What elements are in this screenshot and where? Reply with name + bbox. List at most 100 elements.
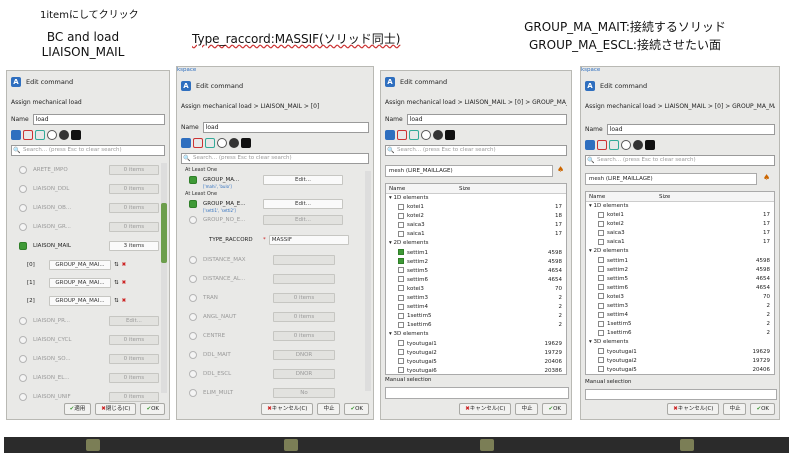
- param-value[interactable]: [273, 255, 335, 265]
- eye-icon[interactable]: [47, 130, 57, 140]
- param-value[interactable]: 0 items: [108, 184, 159, 194]
- tree-item[interactable]: saica1 17: [386, 230, 566, 239]
- tree-item[interactable]: 1settim6 2: [386, 321, 566, 330]
- tree-item[interactable]: saica3 17: [586, 229, 774, 238]
- mesh-pick-icon[interactable]: ♠: [763, 173, 770, 182]
- mesh-select[interactable]: mesh (LIRE_MAILLAGE): [585, 173, 757, 185]
- tree-item-checkbox[interactable]: [398, 340, 404, 346]
- tree-group[interactable]: ▾ 2D elements: [386, 239, 566, 248]
- param-value[interactable]: Edit...: [108, 316, 159, 326]
- tree-green-icon[interactable]: [205, 138, 215, 148]
- tree-item[interactable]: tyoutugai5 20406: [586, 366, 774, 374]
- group-ma-escl-edit[interactable]: Edit...: [263, 199, 343, 209]
- param-value[interactable]: DNOR: [273, 350, 335, 360]
- tree-item[interactable]: tyoutugai1 19629: [586, 348, 774, 357]
- group-no-e-checkbox[interactable]: [189, 216, 197, 224]
- mesh-pick-icon[interactable]: ♠: [557, 165, 564, 174]
- tree-item-checkbox[interactable]: [398, 367, 404, 374]
- param-checkbox[interactable]: [189, 275, 197, 283]
- param-checkbox[interactable]: [189, 389, 197, 397]
- tree-group[interactable]: ▾ 3D elements: [386, 330, 566, 339]
- param-checkbox[interactable]: [19, 223, 27, 231]
- param-checkbox[interactable]: [19, 242, 27, 250]
- param-value[interactable]: 3 items: [108, 241, 159, 251]
- tree-item-checkbox[interactable]: [398, 212, 404, 219]
- search-input[interactable]: Search... (press Esc to clear search): [385, 145, 567, 156]
- tree-item-checkbox[interactable]: [598, 329, 604, 336]
- param-value[interactable]: 0 items: [108, 335, 159, 345]
- taskbar-icon[interactable]: [480, 439, 494, 451]
- tree-item-checkbox[interactable]: [598, 302, 604, 309]
- tree-group[interactable]: ▾ 3D elements: [586, 338, 774, 347]
- param-checkbox[interactable]: [19, 166, 27, 174]
- tree-red-icon[interactable]: [597, 140, 607, 150]
- search-input[interactable]: Search... (press Esc to clear search): [585, 155, 775, 166]
- param-value[interactable]: 0 items: [273, 312, 335, 322]
- tree-green-icon[interactable]: [609, 140, 619, 150]
- eye-icon[interactable]: [621, 140, 631, 150]
- param-checkbox[interactable]: [19, 336, 27, 344]
- scrollbar[interactable]: [161, 163, 167, 393]
- tree-item[interactable]: kotei2 17: [586, 220, 774, 229]
- tree-item[interactable]: tyoutugai2 19729: [586, 357, 774, 366]
- sub-item-value[interactable]: GROUP_MA_MAI...: [49, 296, 111, 306]
- tree-item[interactable]: 1settim5 2: [386, 312, 566, 321]
- apply-button[interactable]: 適用: [63, 403, 92, 415]
- tree-item[interactable]: saica1 17: [586, 238, 774, 247]
- pointer-icon[interactable]: [59, 130, 69, 140]
- type-raccord-select[interactable]: MASSIF: [268, 235, 349, 245]
- param-checkbox[interactable]: [19, 355, 27, 363]
- close-button[interactable]: 閉じる(C): [95, 403, 137, 415]
- name-input[interactable]: load: [606, 123, 775, 135]
- tree-item-checkbox[interactable]: [598, 293, 604, 300]
- tree-item-checkbox[interactable]: [598, 357, 604, 364]
- tree-red-icon[interactable]: [193, 138, 203, 148]
- tree-item[interactable]: settim5 4654: [386, 267, 566, 276]
- tree-green-icon[interactable]: [409, 130, 419, 140]
- ok-button[interactable]: OK: [542, 403, 567, 415]
- help-icon[interactable]: [645, 140, 655, 150]
- param-checkbox[interactable]: [189, 370, 197, 378]
- tree-group[interactable]: ▾ 1D elements: [386, 194, 566, 203]
- help-icon[interactable]: [241, 138, 251, 148]
- name-input[interactable]: load: [406, 113, 567, 125]
- tree-item[interactable]: 1settim5 2: [586, 320, 774, 329]
- tree-item-checkbox[interactable]: [398, 276, 404, 283]
- tree-item[interactable]: tyoutugai6 20386: [386, 367, 566, 374]
- tree-item-checkbox[interactable]: [398, 303, 404, 310]
- name-input[interactable]: load: [32, 113, 165, 125]
- tree-item[interactable]: settim4 2: [386, 303, 566, 312]
- tree-item-checkbox[interactable]: [598, 284, 604, 291]
- name-input[interactable]: load: [202, 121, 369, 133]
- taskbar-icon[interactable]: [680, 439, 694, 451]
- tree-item[interactable]: saica3 17: [386, 221, 566, 230]
- sub-item-value[interactable]: GROUP_MA_MAI...: [49, 260, 111, 270]
- tree-item-checkbox[interactable]: [598, 320, 604, 327]
- param-value[interactable]: DNOR: [273, 369, 335, 379]
- tree-red-icon[interactable]: [23, 130, 33, 140]
- command-icon[interactable]: [385, 130, 395, 140]
- tree-red-icon[interactable]: [397, 130, 407, 140]
- pointer-icon[interactable]: [433, 130, 443, 140]
- tree-item[interactable]: settim6 4654: [386, 276, 566, 285]
- param-value[interactable]: 0 items: [108, 165, 159, 175]
- tree-item-checkbox[interactable]: [598, 229, 604, 236]
- param-value[interactable]: 0 items: [108, 222, 159, 232]
- param-value[interactable]: 0 items: [108, 203, 159, 213]
- abort-button[interactable]: 中止: [515, 403, 539, 415]
- manual-selection-input[interactable]: [385, 387, 569, 399]
- tree-item-checkbox[interactable]: [598, 257, 604, 264]
- delete-icon[interactable]: ✖: [122, 298, 127, 304]
- command-icon[interactable]: [585, 140, 595, 150]
- tree-item-checkbox[interactable]: [398, 230, 404, 237]
- scrollbar-thumb[interactable]: [161, 203, 167, 263]
- param-checkbox[interactable]: [19, 317, 27, 325]
- cancel-button[interactable]: キャンセル(C): [261, 403, 314, 415]
- param-checkbox[interactable]: [189, 294, 197, 302]
- tree-item-checkbox[interactable]: [598, 266, 604, 273]
- tree-item-checkbox[interactable]: [398, 249, 404, 256]
- command-icon[interactable]: [11, 130, 21, 140]
- tree-item[interactable]: settim2 4598: [386, 258, 566, 267]
- tree-item-checkbox[interactable]: [398, 203, 404, 210]
- command-icon[interactable]: [181, 138, 191, 148]
